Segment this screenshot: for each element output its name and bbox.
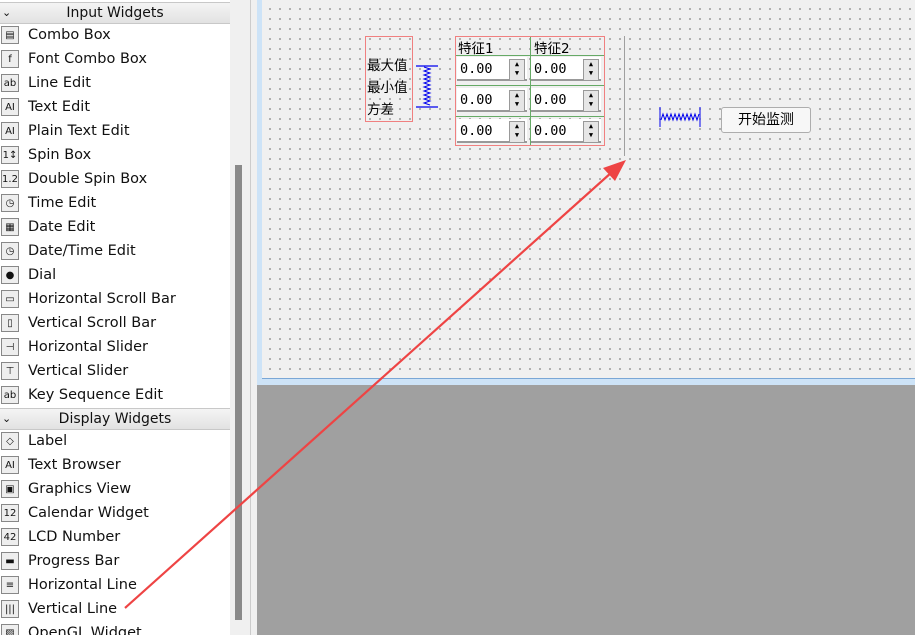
annotation-arrow — [124, 160, 626, 609]
